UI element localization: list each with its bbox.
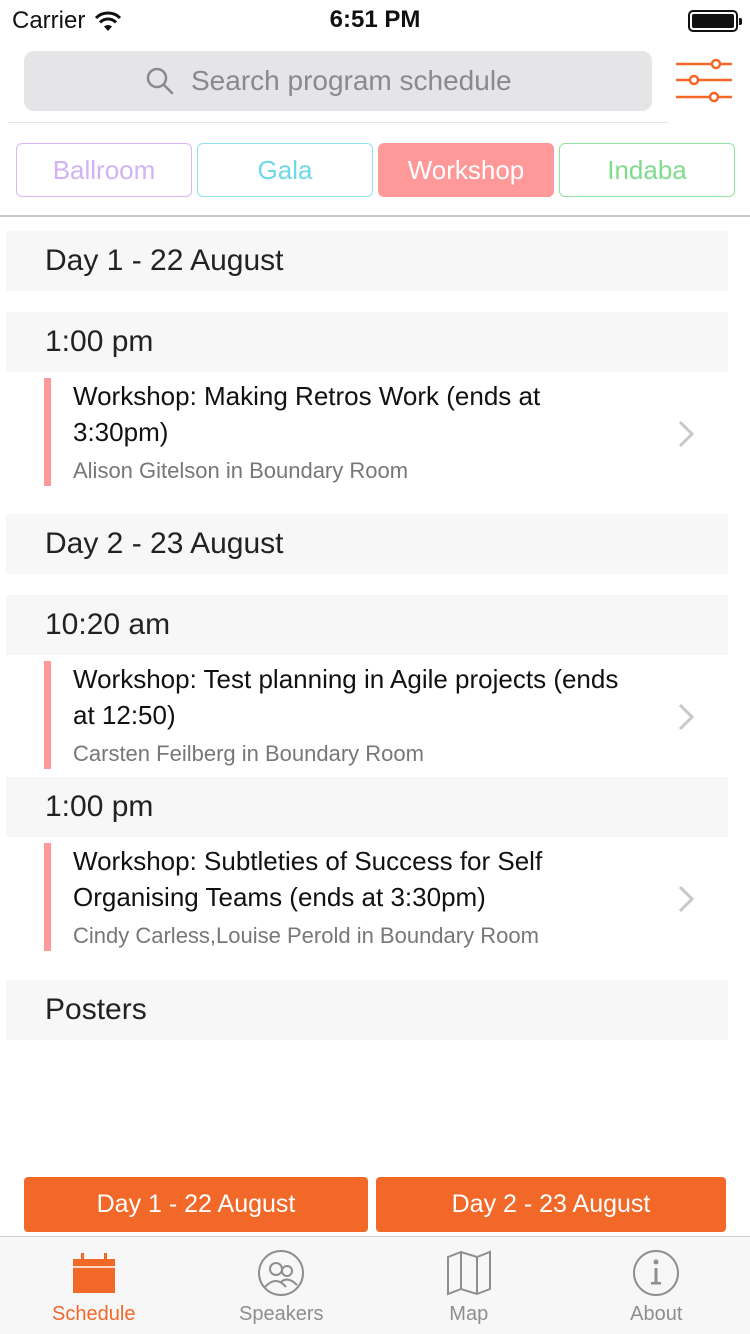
track-color-stripe	[44, 661, 51, 769]
session-row[interactable]: Workshop: Subtleties of Success for Self…	[6, 837, 728, 959]
filter-sliders-icon	[676, 58, 732, 103]
tab-bar: Schedule Speakers Map About	[0, 1236, 750, 1334]
chevron-right-icon	[678, 420, 695, 448]
time-header: 10:20 am	[6, 595, 728, 655]
header-divider	[0, 215, 750, 217]
tab-schedule[interactable]: Schedule	[0, 1237, 188, 1334]
session-speaker: Alison Gitelson in Boundary Room	[73, 458, 409, 483]
speakers-icon	[258, 1250, 305, 1296]
day-2-button[interactable]: Day 2 - 23 August	[376, 1177, 726, 1232]
tab-map[interactable]: Map	[375, 1237, 563, 1334]
status-bar: Carrier 6:51 PM	[0, 0, 750, 40]
session-speaker: Cindy Carless,Louise Perold in Boundary …	[73, 923, 539, 948]
session-title: Workshop: Making Retros Work (ends at 3:…	[73, 381, 541, 447]
search-bar[interactable]	[24, 51, 652, 111]
track-color-stripe	[44, 843, 51, 951]
battery-icon	[688, 10, 742, 32]
track-filter-tags: Ballroom Gala Workshop Indaba	[16, 143, 735, 197]
session-title: Workshop: Subtleties of Success for Self…	[73, 846, 543, 912]
status-time: 6:51 PM	[329, 6, 421, 33]
calendar-icon	[72, 1253, 115, 1293]
session-row[interactable]: Workshop: Test planning in Agile project…	[6, 655, 728, 777]
schedule-list[interactable]: Day 1 - 22 August 1:00 pm Workshop: Maki…	[6, 231, 728, 1040]
tab-label: Schedule	[52, 1303, 136, 1325]
chevron-right-icon	[678, 703, 695, 731]
search-icon	[146, 67, 174, 95]
map-icon	[446, 1250, 491, 1296]
tab-label: Speakers	[239, 1303, 324, 1325]
tab-about[interactable]: About	[563, 1237, 750, 1334]
search-input[interactable]	[191, 65, 531, 97]
filter-button[interactable]	[674, 58, 734, 104]
track-color-stripe	[44, 378, 51, 486]
session-speaker: Carsten Feilberg in Boundary Room	[73, 741, 424, 766]
search-separator	[8, 122, 668, 123]
tab-label: Map	[449, 1303, 489, 1325]
time-header: 1:00 pm	[6, 312, 728, 372]
chevron-right-icon	[678, 885, 695, 913]
tag-gala[interactable]: Gala	[197, 143, 373, 197]
tag-indaba[interactable]: Indaba	[559, 143, 735, 197]
tag-workshop[interactable]: Workshop	[378, 143, 554, 197]
session-row[interactable]: Workshop: Making Retros Work (ends at 3:…	[6, 372, 728, 494]
info-icon	[633, 1250, 680, 1296]
tag-ballroom[interactable]: Ballroom	[16, 143, 192, 197]
tab-speakers[interactable]: Speakers	[188, 1237, 376, 1334]
time-header: 1:00 pm	[6, 777, 728, 837]
session-title: Workshop: Test planning in Agile project…	[73, 664, 619, 730]
day-header: Day 2 - 23 August	[6, 514, 728, 574]
day-1-button[interactable]: Day 1 - 22 August	[24, 1177, 368, 1232]
day-jump-buttons: Day 1 - 22 August Day 2 - 23 August	[24, 1177, 726, 1232]
day-header: Day 1 - 22 August	[6, 231, 728, 291]
posters-header: Posters	[6, 980, 728, 1040]
tab-label: About	[630, 1303, 683, 1325]
